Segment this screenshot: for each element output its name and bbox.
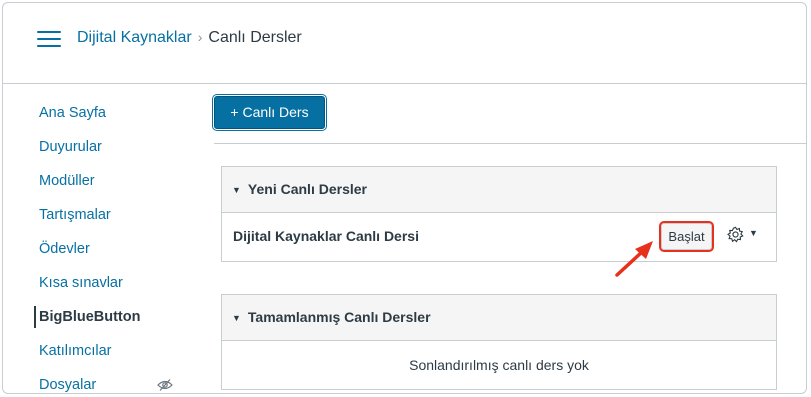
caret-down-icon: ▼ bbox=[232, 185, 241, 195]
course-nav: Ana Sayfa Duyurular Modüller Tartışmalar… bbox=[34, 99, 189, 393]
nav-item-files-label: Dosyalar bbox=[39, 377, 97, 393]
gear-icon[interactable] bbox=[727, 226, 744, 243]
nav-item-modules[interactable]: Modüller bbox=[39, 167, 189, 201]
upcoming-panel: ▼ Yeni Canlı Dersler Dijital Kaynaklar Ca… bbox=[221, 166, 777, 262]
lesson-title: Dijital Kaynaklar Canlı Dersi bbox=[233, 228, 419, 244]
arrow-annotation bbox=[615, 241, 653, 277]
empty-state: Sonlandırılmış canlı ders yok bbox=[409, 357, 589, 373]
divider bbox=[214, 143, 806, 144]
nav-item-bigbluebutton[interactable]: BigBlueButton bbox=[34, 303, 189, 337]
breadcrumb-course-link[interactable]: Dijital Kaynaklar bbox=[77, 29, 192, 46]
nav-item-files[interactable]: Dosyalar bbox=[39, 371, 189, 393]
start-button[interactable]: Başlat bbox=[659, 221, 714, 252]
top-bar: Dijital Kaynaklar › Canlı Dersler bbox=[3, 3, 806, 84]
upcoming-panel-title: Yeni Canlı Dersler bbox=[247, 181, 367, 197]
nav-item-home[interactable]: Ana Sayfa bbox=[39, 99, 189, 133]
caret-down-icon: ▼ bbox=[232, 313, 241, 323]
completed-panel-header[interactable]: ▼ Tamamlanmış Canlı Dersler bbox=[222, 295, 776, 341]
nav-item-announcements[interactable]: Duyurular bbox=[39, 133, 189, 167]
nav-item-assignments[interactable]: Ödevler bbox=[39, 235, 189, 269]
list-item: Dijital Kaynaklar Canlı Dersi Başlat ▼ bbox=[222, 213, 776, 261]
breadcrumb-current: Canlı Dersler bbox=[208, 29, 302, 46]
upcoming-panel-header[interactable]: ▼ Yeni Canlı Dersler bbox=[222, 167, 776, 213]
app-frame: Dijital Kaynaklar › Canlı Dersler Ana Sayf… bbox=[2, 2, 807, 394]
nav-item-people[interactable]: Katılımcılar bbox=[39, 337, 189, 371]
nav-item-quizzes[interactable]: Kısa sınavlar bbox=[39, 269, 189, 303]
breadcrumb-separator: › bbox=[197, 29, 203, 45]
add-live-lesson-button[interactable]: + Canlı Ders bbox=[214, 96, 325, 129]
hamburger-icon[interactable] bbox=[37, 31, 61, 48]
completed-panel-title: Tamamlanmış Canlı Dersler bbox=[247, 309, 431, 325]
completed-panel: ▼ Tamamlanmış Canlı Dersler Sonlandırılmı… bbox=[221, 294, 777, 390]
breadcrumb: Dijital Kaynaklar › Canlı Dersler bbox=[77, 29, 302, 47]
eye-slash-icon bbox=[157, 379, 173, 391]
nav-item-discussions[interactable]: Tartışmalar bbox=[39, 201, 189, 235]
settings-caret-icon[interactable]: ▼ bbox=[749, 228, 758, 238]
